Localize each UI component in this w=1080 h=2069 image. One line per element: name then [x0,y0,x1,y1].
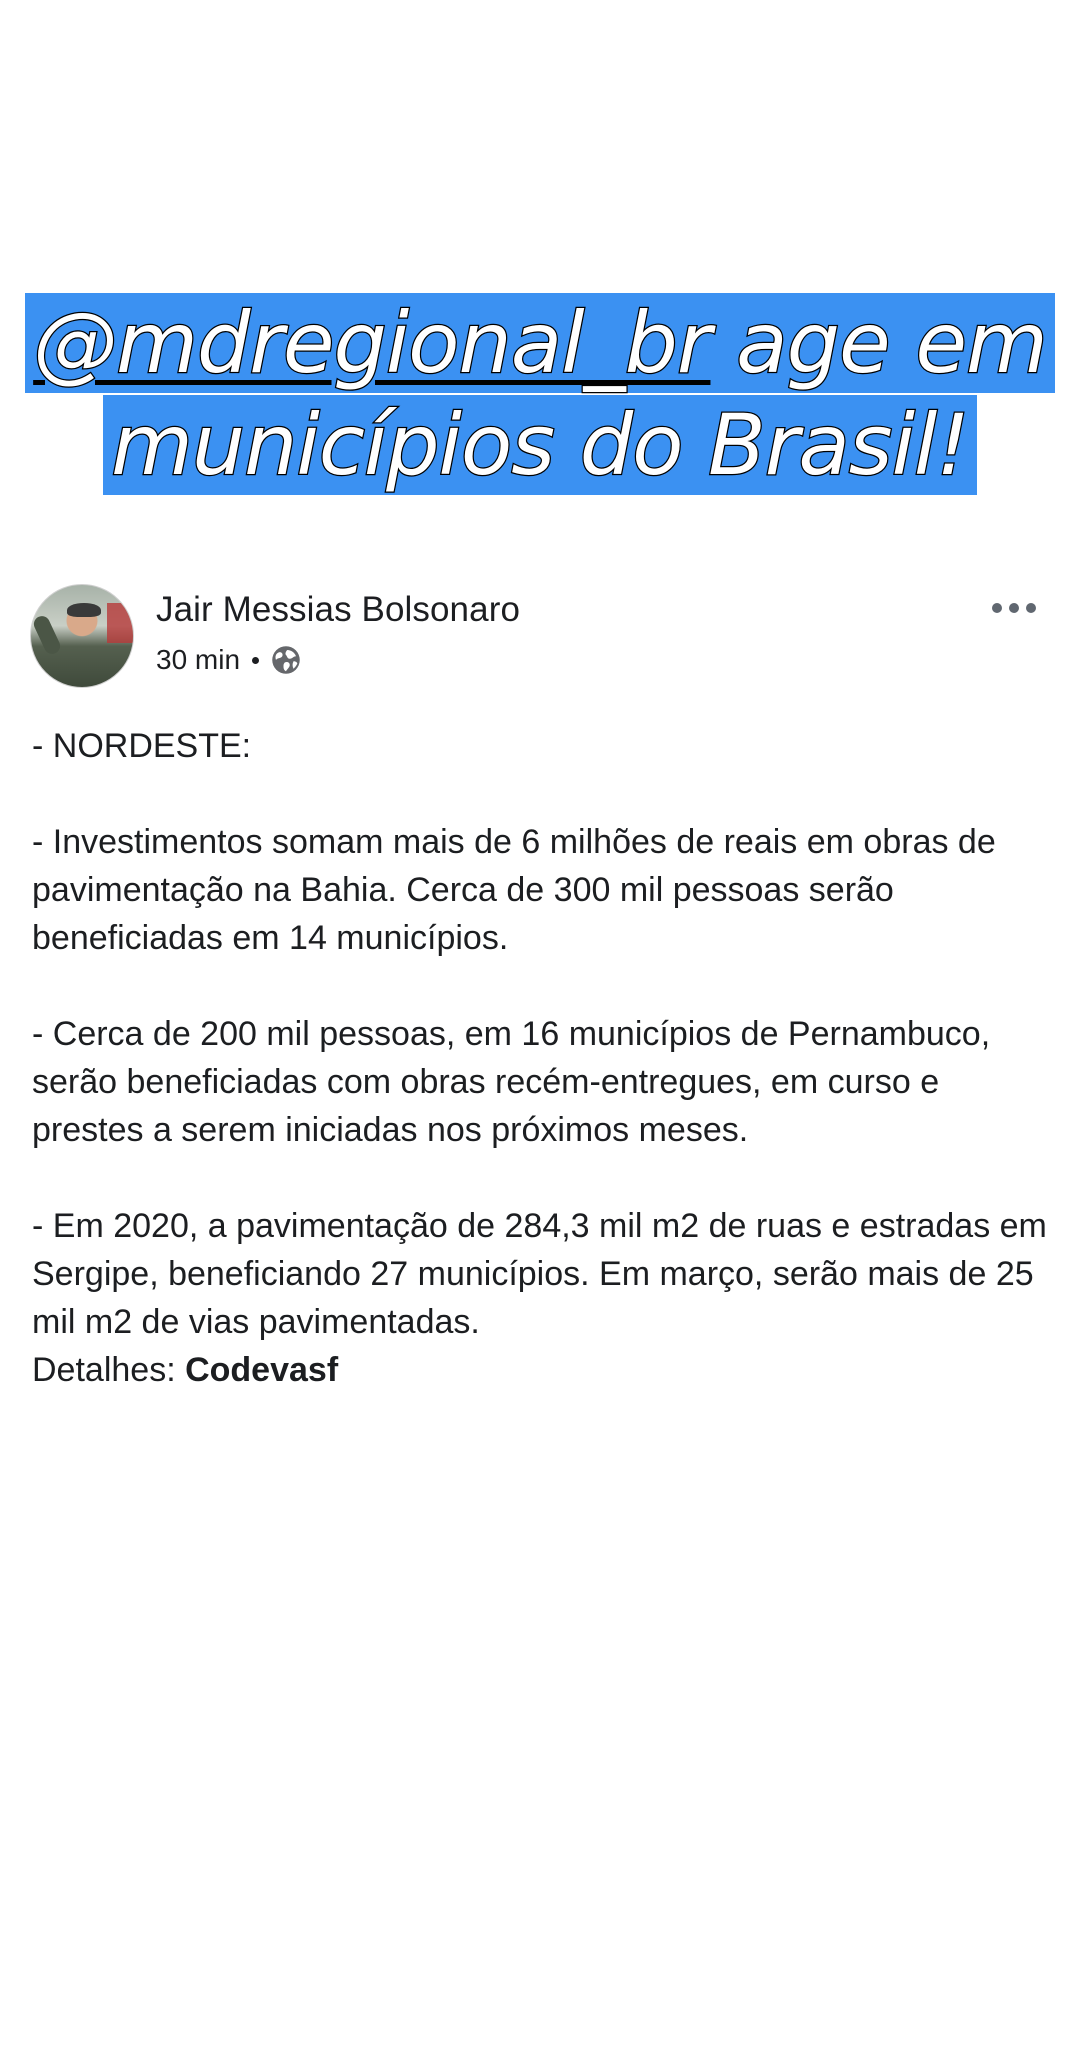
globe-icon[interactable] [271,645,301,675]
separator-dot [252,656,260,664]
more-dot [1026,603,1036,613]
avatar[interactable] [30,584,134,688]
more-dot [992,603,1002,613]
avatar-hair [67,603,101,617]
post-meta: 30 min [156,644,301,676]
codevasf-link[interactable]: Codevasf [185,1351,338,1389]
post-header: Jair Messias Bolsonaro 30 min [30,584,1050,694]
post-paragraph-1: - NORDESTE: [32,727,252,765]
avatar-arm [31,613,63,657]
post-body: - NORDESTE: - Investimentos somam mais d… [32,722,1052,1394]
caption-mention-link[interactable]: @mdregional_br [32,293,713,394]
post-timestamp[interactable]: 30 min [156,644,240,676]
details-label: Detalhes: [32,1351,186,1389]
author-name[interactable]: Jair Messias Bolsonaro [156,590,520,630]
more-options-icon[interactable] [992,598,1036,618]
post-paragraph-4: - Em 2020, a pavimentação de 284,3 mil m… [32,1207,1047,1341]
post-paragraph-3: - Cerca de 200 mil pessoas, em 16 municí… [32,1015,991,1149]
overlay-caption: @mdregional_br age em municípios do Bras… [0,293,1080,495]
caption-line-1: @mdregional_br age em [25,293,1055,393]
caption-line-2: municípios do Brasil! [103,395,977,495]
post-paragraph-2: - Investimentos somam mais de 6 milhões … [32,823,996,957]
details-line: Detalhes: Codevasf [32,1346,1052,1394]
more-dot [1009,603,1019,613]
caption-line-1-text: age em [710,293,1049,394]
avatar-background [107,603,133,643]
